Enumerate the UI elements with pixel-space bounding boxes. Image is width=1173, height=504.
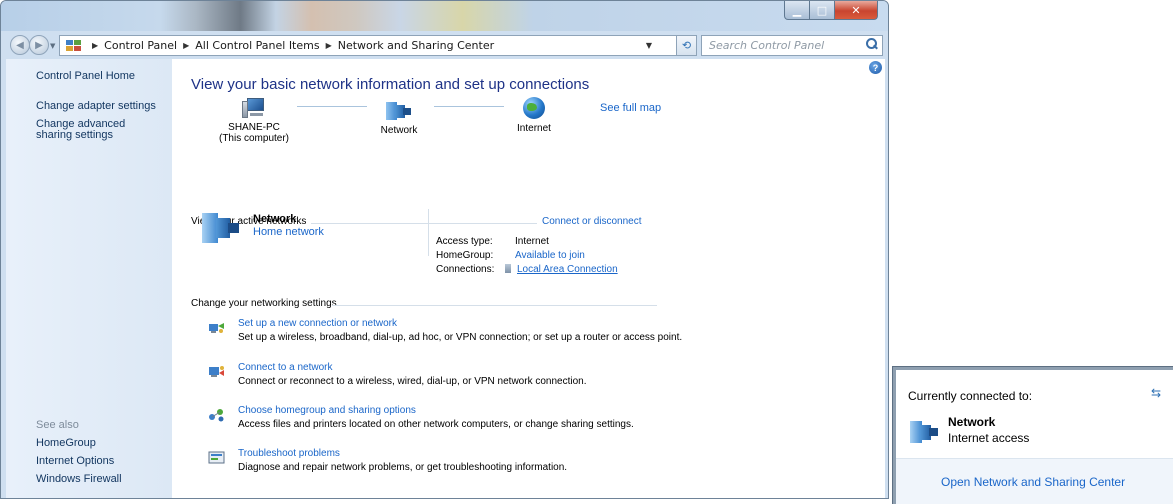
map-internet-node[interactable]: Internet	[504, 97, 564, 134]
new-connection-link[interactable]: Set up a new connection or network	[238, 318, 397, 329]
homegroup-icon	[209, 409, 224, 422]
see-also-homegroup-link[interactable]: HomeGroup	[36, 437, 96, 449]
local-area-connection-link[interactable]: Local Area Connection	[505, 264, 618, 275]
close-button[interactable]: ✕	[835, 1, 878, 20]
sidebar-advanced-sharing-link[interactable]: Change advanced sharing settings	[36, 119, 161, 141]
new-connection-desc: Set up a wireless, broadband, dial-up, a…	[238, 332, 683, 343]
globe-icon	[523, 97, 545, 119]
search-placeholder: Search Control Panel	[709, 39, 825, 52]
address-dropdown-icon[interactable]: ▼	[646, 41, 652, 50]
map-connector-line	[434, 106, 504, 107]
control-panel-window: ▁ □ ✕ ◀ ▶ ▼ ▶ Control Panel ▶ All Contro…	[0, 0, 889, 499]
address-bar: ◀ ▶ ▼ ▶ Control Panel ▶ All Control Pane…	[1, 32, 888, 58]
search-icon[interactable]	[866, 38, 877, 49]
control-panel-icon	[66, 39, 82, 52]
breadcrumb-all-items[interactable]: All Control Panel Items	[195, 39, 319, 52]
flyout-title: Currently connected to:	[908, 389, 1033, 403]
section-divider	[332, 305, 657, 306]
sidebar-home-link[interactable]: Control Panel Home	[36, 70, 135, 82]
new-connection-icon	[209, 323, 224, 333]
home-network-link[interactable]: Home network	[253, 226, 324, 238]
homegroup-sharing-desc: Access files and printers located on oth…	[238, 419, 634, 430]
breadcrumb-separator-icon[interactable]: ▶	[326, 41, 332, 50]
help-icon[interactable]: ?	[869, 61, 882, 74]
see-also-internet-options-link[interactable]: Internet Options	[36, 455, 114, 467]
minimize-button[interactable]: ▁	[784, 1, 810, 20]
task-connect-network[interactable]: Connect to a network Connect or reconnec…	[205, 362, 665, 392]
flyout-network-status: Internet access	[948, 431, 1030, 445]
breadcrumb-network-sharing[interactable]: Network and Sharing Center	[338, 39, 494, 52]
network-icon	[202, 211, 240, 245]
maximize-button[interactable]: □	[810, 1, 835, 20]
connect-network-icon	[209, 366, 224, 377]
network-flyout: Currently connected to: ⇆ Network Intern…	[893, 367, 1173, 504]
open-network-center-link[interactable]: Open Network and Sharing Center	[941, 475, 1125, 489]
forward-arrow-icon[interactable]: ▶	[29, 35, 49, 55]
sidebar: Control Panel Home Change adapter settin…	[6, 59, 172, 498]
access-type-label: Access type:	[436, 236, 493, 247]
active-network-name: Network	[253, 213, 297, 225]
recent-pages-dropdown[interactable]: ▼	[50, 42, 55, 50]
refresh-icon[interactable]: ⟲	[677, 35, 697, 56]
vertical-divider	[428, 209, 429, 256]
connect-network-link[interactable]: Connect to a network	[238, 362, 333, 373]
section-divider	[311, 223, 537, 224]
troubleshoot-icon	[208, 451, 225, 464]
local-area-connection-text[interactable]: Local Area Connection	[517, 264, 618, 275]
troubleshoot-desc: Diagnose and repair network problems, or…	[238, 462, 568, 473]
see-also-firewall-link[interactable]: Windows Firewall	[36, 473, 122, 485]
see-also-label: See also	[36, 419, 79, 431]
homegroup-join-link[interactable]: Available to join	[515, 250, 585, 261]
content-area: Control Panel Home Change adapter settin…	[6, 59, 885, 498]
map-internet-label: Internet	[517, 123, 551, 134]
page-title: View your basic network information and …	[191, 76, 590, 93]
networking-settings-label: Change your networking settings	[191, 298, 337, 309]
search-input[interactable]: Search Control Panel	[701, 35, 883, 56]
map-computer-node[interactable]: SHANE-PC (This computer)	[209, 98, 299, 144]
sidebar-change-adapter-link[interactable]: Change adapter settings	[36, 101, 161, 112]
map-connector-line	[297, 106, 367, 107]
refresh-icon[interactable]: ⇆	[1151, 386, 1161, 400]
network-icon	[910, 419, 938, 445]
homegroup-label: HomeGroup:	[436, 250, 494, 261]
connect-network-desc: Connect or reconnect to a wireless, wire…	[238, 376, 587, 387]
main-pane: ? View your basic network information an…	[172, 59, 885, 498]
address-box[interactable]: ▶ Control Panel ▶ All Control Panel Item…	[59, 35, 677, 56]
see-full-map-link[interactable]: See full map	[600, 102, 661, 114]
computer-icon	[242, 98, 266, 118]
connect-disconnect-link[interactable]: Connect or disconnect	[542, 216, 642, 227]
back-arrow-icon[interactable]: ◀	[10, 35, 30, 55]
computer-subtitle: (This computer)	[218, 133, 289, 144]
task-new-connection[interactable]: Set up a new connection or network Set u…	[205, 318, 682, 348]
map-network-node[interactable]: Network	[369, 100, 429, 136]
window-controls: ▁ □ ✕	[784, 1, 878, 20]
breadcrumb-control-panel[interactable]: Control Panel	[104, 39, 177, 52]
computer-name: SHANE-PC	[228, 122, 280, 133]
map-network-label: Network	[380, 125, 418, 136]
ethernet-icon	[505, 264, 511, 273]
connections-label: Connections:	[436, 264, 495, 275]
network-icon	[386, 100, 412, 122]
breadcrumb-separator-icon[interactable]: ▶	[183, 41, 189, 50]
task-homegroup-sharing[interactable]: Choose homegroup and sharing options Acc…	[205, 405, 665, 435]
homegroup-sharing-link[interactable]: Choose homegroup and sharing options	[238, 405, 416, 416]
flyout-network-name: Network	[948, 415, 996, 429]
title-bar: ▁ □ ✕	[1, 1, 888, 31]
access-type-value: Internet	[515, 236, 549, 247]
troubleshoot-link[interactable]: Troubleshoot problems	[238, 448, 340, 459]
breadcrumb-separator-icon[interactable]: ▶	[92, 41, 98, 50]
flyout-footer: Open Network and Sharing Center	[896, 458, 1173, 504]
task-troubleshoot[interactable]: Troubleshoot problems Diagnose and repai…	[205, 448, 665, 478]
